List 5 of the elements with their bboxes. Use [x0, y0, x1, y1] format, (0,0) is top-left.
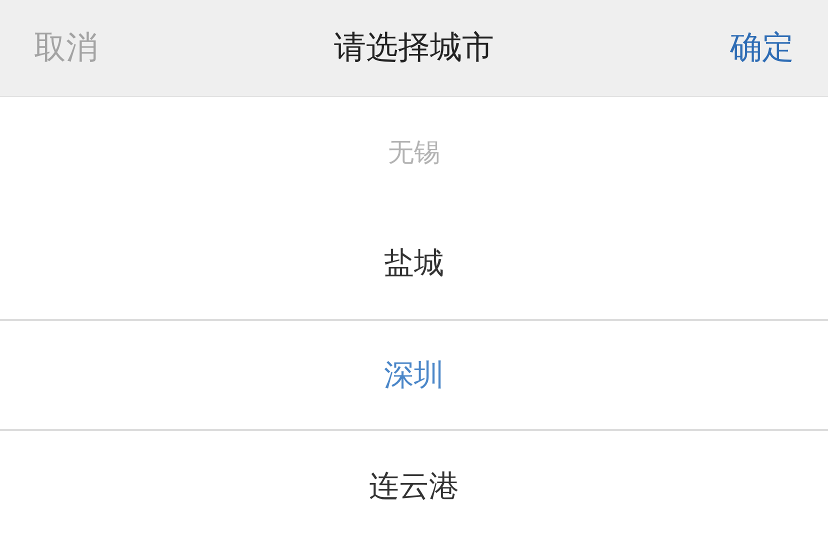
city-option[interactable]: 深圳: [384, 354, 444, 396]
confirm-button[interactable]: 确定: [730, 26, 794, 70]
city-option[interactable]: 盐城: [384, 243, 444, 284]
city-option[interactable]: 连云港: [369, 466, 459, 507]
picker-title: 请选择城市: [334, 27, 494, 68]
